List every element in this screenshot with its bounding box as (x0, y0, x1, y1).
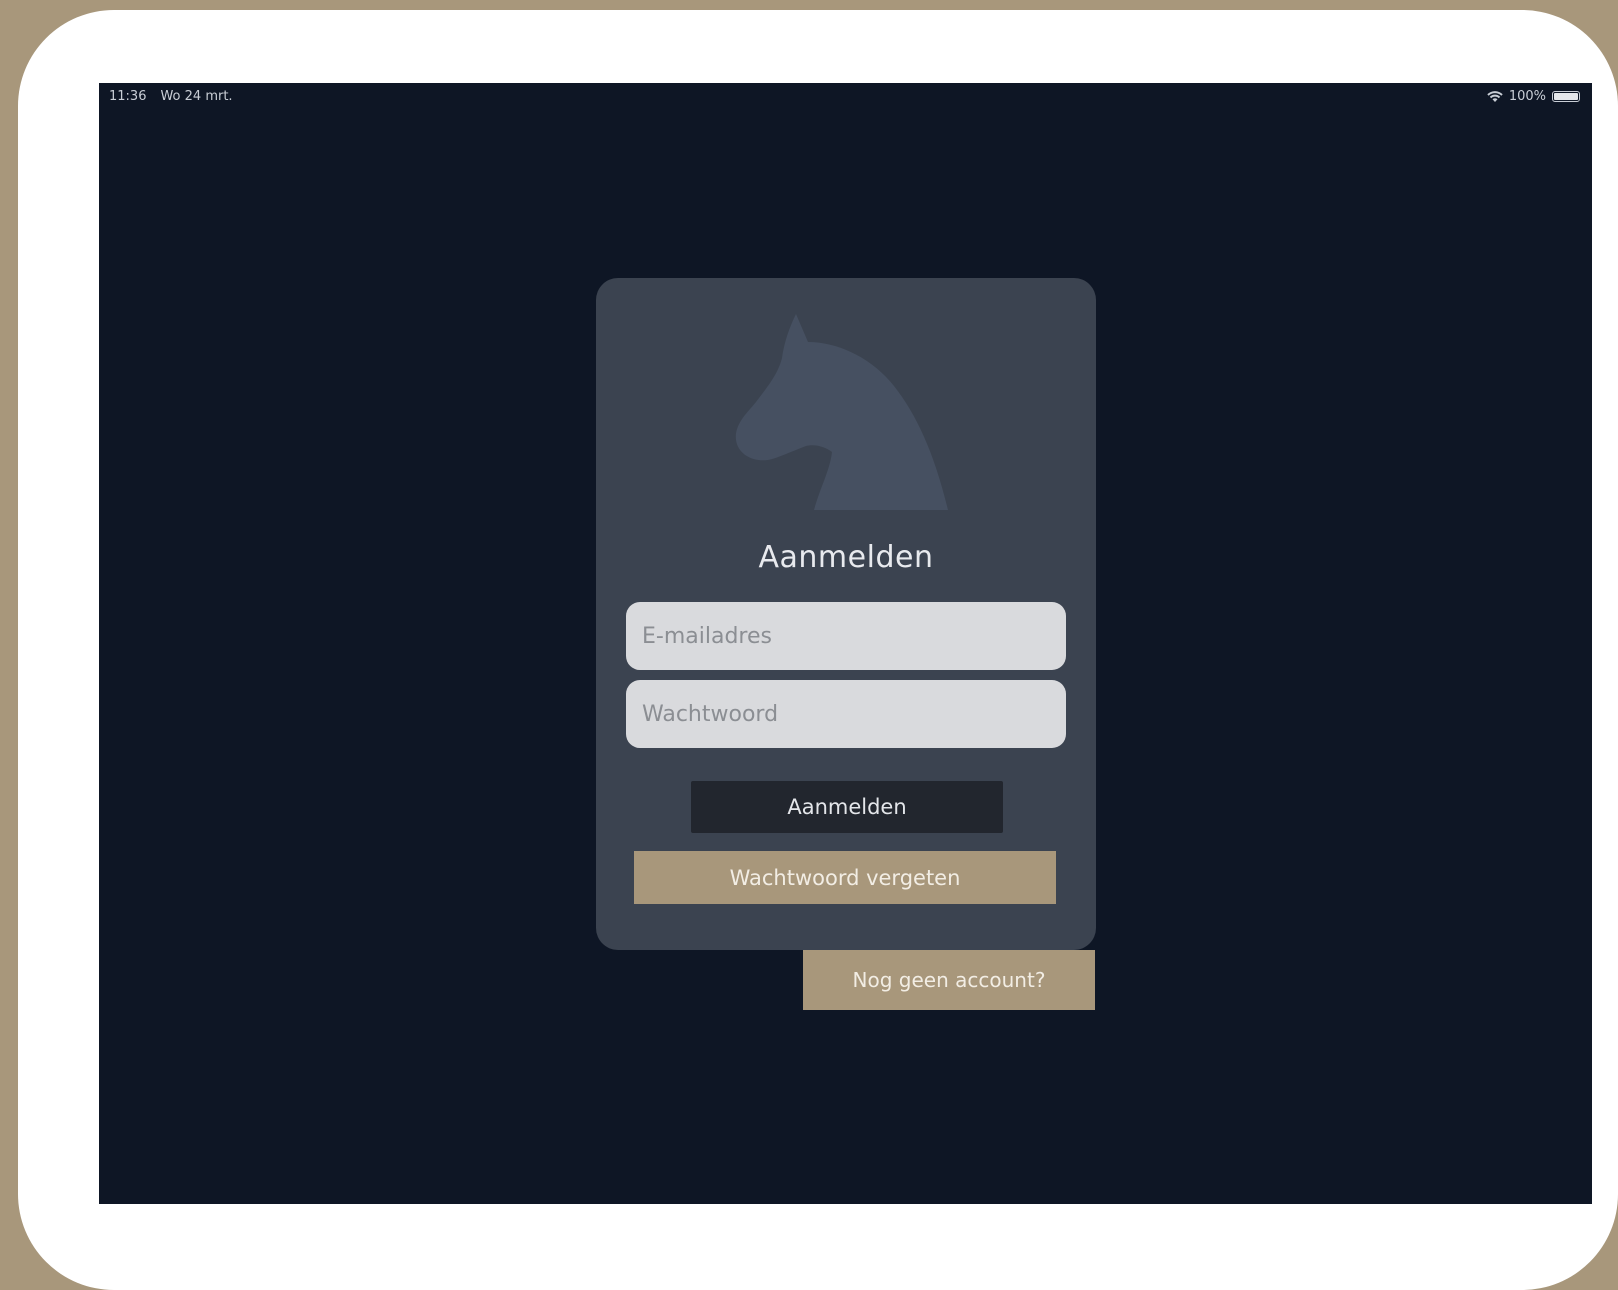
battery-fill (1554, 93, 1578, 100)
app-screen: 11:36 Wo 24 mrt. 100% Aanmelden E-mailad… (99, 83, 1592, 1204)
battery-percentage: 100% (1508, 89, 1546, 104)
password-field[interactable]: Wachtwoord (626, 680, 1066, 748)
status-left: 11:36 Wo 24 mrt. (109, 89, 233, 104)
status-date: Wo 24 mrt. (160, 89, 233, 104)
forgot-password-button[interactable]: Wachtwoord vergeten (634, 851, 1056, 904)
password-placeholder: Wachtwoord (642, 701, 779, 727)
status-time: 11:36 (109, 89, 147, 104)
login-card: Aanmelden E-mailadres Wachtwoord Aanmeld… (596, 278, 1096, 950)
status-right: 100% (1487, 89, 1580, 104)
battery-icon (1552, 91, 1580, 102)
status-bar: 11:36 Wo 24 mrt. 100% (99, 83, 1592, 113)
wifi-icon (1487, 90, 1503, 102)
horse-head-icon (735, 314, 948, 510)
register-button[interactable]: Nog geen account? (803, 950, 1095, 1010)
email-placeholder: E-mailadres (642, 623, 772, 649)
login-title: Aanmelden (758, 540, 934, 575)
email-field[interactable]: E-mailadres (626, 602, 1066, 670)
login-button[interactable]: Aanmelden (691, 781, 1003, 833)
device-frame: 11:36 Wo 24 mrt. 100% Aanmelden E-mailad… (18, 10, 1618, 1290)
